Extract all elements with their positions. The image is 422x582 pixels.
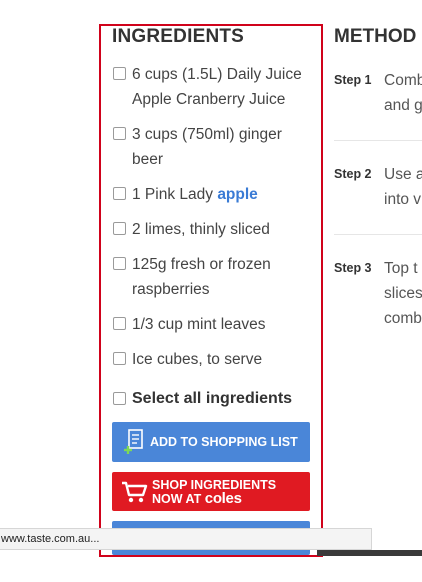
- ingredient-text: 3 cups (750ml) ginger: [132, 126, 282, 143]
- select-all-ingredients[interactable]: Select all ingredients: [112, 387, 292, 411]
- ingredient-item[interactable]: Ice cubes, to serve: [112, 347, 312, 372]
- ingredient-checkbox[interactable]: [113, 352, 126, 365]
- step-divider: [334, 234, 422, 235]
- ingredients-list: 6 cups (1.5L) Daily Juice Apple Cranberr…: [112, 62, 312, 372]
- select-all-label: Select all ingredients: [132, 390, 293, 407]
- step-text: Top t slices comb: [384, 260, 422, 327]
- ingredient-checkbox[interactable]: [113, 257, 126, 270]
- ingredient-item[interactable]: 6 cups (1.5L) Daily Juice Apple Cranberr…: [112, 62, 312, 112]
- ingredient-checkbox[interactable]: [113, 67, 126, 80]
- ingredient-item[interactable]: 3 cups (750ml) ginger beer: [112, 122, 312, 172]
- ingredient-checkbox[interactable]: [113, 222, 126, 235]
- ingredient-text: 6 cups (1.5L) Daily Juice: [132, 66, 302, 83]
- browser-status-bar: www.taste.com.au...: [0, 528, 372, 550]
- ingredient-text: 1 Pink Lady: [132, 186, 218, 203]
- ingredient-link-apple[interactable]: apple: [217, 186, 257, 203]
- step-divider: [334, 140, 422, 141]
- ingredient-text: 2 limes, thinly sliced: [132, 221, 270, 238]
- step-text: Comb and g: [384, 72, 422, 114]
- coles-logo: coles: [204, 489, 242, 507]
- ingredient-checkbox[interactable]: [113, 127, 126, 140]
- step-label: Step 3: [334, 261, 372, 275]
- shop-at-coles-label: SHOP INGREDIENTS NOW AT coles: [152, 478, 276, 506]
- shopping-cart-icon: [122, 481, 148, 502]
- ingredient-text: Ice cubes, to serve: [132, 351, 263, 368]
- ingredient-text: beer: [132, 151, 164, 168]
- ingredient-checkbox[interactable]: [113, 187, 126, 200]
- step-label: Step 1: [334, 73, 372, 87]
- ingredients-title: INGREDIENTS: [112, 26, 245, 47]
- ingredient-item[interactable]: 1/3 cup mint leaves: [112, 312, 312, 337]
- shop-at-coles-button[interactable]: SHOP INGREDIENTS NOW AT coles: [112, 472, 310, 511]
- ingredient-checkbox[interactable]: [113, 317, 126, 330]
- ingredient-text: 1/3 cup mint leaves: [132, 316, 266, 333]
- ingredient-text: raspberries: [132, 281, 210, 298]
- ingredient-text: Apple Cranberry Juice: [132, 91, 286, 108]
- method-title: METHOD: [334, 26, 417, 47]
- ingredient-item[interactable]: 125g fresh or frozen raspberries: [112, 252, 312, 302]
- shop-coles-line-2: NOW AT: [152, 491, 202, 506]
- step-label: Step 2: [334, 167, 372, 181]
- shopping-list-icon: [124, 429, 143, 454]
- ingredient-item[interactable]: 2 limes, thinly sliced: [112, 217, 312, 242]
- ingredient-item[interactable]: 1 Pink Lady apple: [112, 182, 312, 207]
- status-bar-url: www.taste.com.au...: [1, 533, 100, 545]
- select-all-checkbox[interactable]: [113, 392, 126, 405]
- step-text: Use a into v: [384, 166, 422, 208]
- add-to-shopping-list-button[interactable]: ADD TO SHOPPING LIST: [112, 422, 310, 462]
- ingredient-text: 125g fresh or frozen: [132, 256, 271, 273]
- add-to-shopping-list-label: ADD TO SHOPPING LIST: [150, 435, 298, 449]
- bottom-edge-strip: [317, 550, 422, 556]
